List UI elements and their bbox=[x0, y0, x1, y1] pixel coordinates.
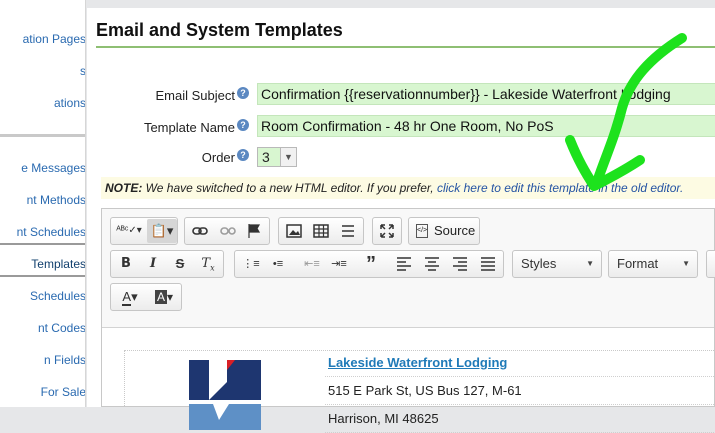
template-name-label: Template Name bbox=[143, 120, 235, 135]
help-icon[interactable]: ? bbox=[237, 149, 249, 161]
city-line: Harrison, MI 48625 bbox=[325, 407, 714, 433]
spellcheck-icon[interactable]: ᴬᴮᶜ✓▾ bbox=[113, 219, 145, 243]
chevron-down-icon: ▼ bbox=[682, 259, 690, 268]
order-label: Order bbox=[201, 150, 235, 165]
horizontal-rule-icon[interactable] bbox=[335, 219, 361, 243]
chevron-down-icon: ▼ bbox=[280, 148, 296, 166]
format-label: Format bbox=[617, 256, 659, 271]
blockquote-icon[interactable]: ” bbox=[358, 252, 384, 276]
page-title: Email and System Templates bbox=[96, 20, 343, 40]
order-value: 3 bbox=[262, 149, 270, 165]
sidebar-item-label: Schedules bbox=[29, 289, 86, 303]
sidebar-item-2[interactable]: s bbox=[0, 60, 86, 82]
numbered-list-icon[interactable]: ⋮≡ bbox=[238, 252, 264, 276]
table-icon[interactable] bbox=[308, 219, 334, 243]
email-body-table: Lakeside Waterfront Lodging 515 E Park S… bbox=[124, 350, 714, 433]
sidebar-item-label: nt Codes bbox=[37, 321, 86, 335]
align-left-icon[interactable] bbox=[391, 252, 417, 276]
sidebar-item-confirmation-pages[interactable]: ation Pages bbox=[0, 28, 86, 50]
email-subject-field[interactable]: Confirmation {{reservationnumber}} - Lak… bbox=[257, 83, 715, 105]
help-icon[interactable]: ? bbox=[237, 119, 249, 131]
sidebar-item-label: s bbox=[80, 64, 86, 78]
image-icon[interactable] bbox=[281, 219, 307, 243]
styles-dropdown[interactable]: Styles ▼ bbox=[512, 250, 602, 278]
toolbar-group-links bbox=[184, 217, 270, 245]
paste-icon[interactable]: 📋▾ bbox=[147, 219, 177, 243]
remove-format-icon[interactable]: Tx bbox=[195, 252, 221, 276]
sidebar: ation Pages s ations e Messages nt Metho… bbox=[0, 0, 86, 407]
sidebar-item-label: ations bbox=[53, 96, 86, 110]
source-icon: </> bbox=[416, 224, 428, 238]
title-divider bbox=[96, 46, 715, 48]
chevron-down-icon: ▼ bbox=[586, 259, 594, 268]
italic-icon[interactable]: I bbox=[140, 252, 166, 276]
bulleted-list-icon[interactable]: •≡ bbox=[265, 252, 291, 276]
order-select[interactable]: 3 ▼ bbox=[257, 147, 297, 167]
align-center-icon[interactable] bbox=[419, 252, 445, 276]
sidebar-item-for-sale[interactable]: For Sale bbox=[0, 381, 86, 403]
lodging-logo-icon bbox=[189, 360, 261, 430]
styles-label: Styles bbox=[521, 256, 557, 271]
align-right-icon[interactable] bbox=[447, 252, 473, 276]
toolbar-group-spell: ᴬᴮᶜ✓▾ 📋▾ bbox=[110, 217, 178, 245]
toolbar-group-basic-styles: B I S Tx bbox=[110, 250, 224, 278]
toolbar-group-colors: A▾ A ▾ bbox=[110, 283, 182, 311]
sidebar-divider bbox=[0, 134, 85, 137]
sidebar-item-custom-fields[interactable]: n Fields bbox=[0, 349, 86, 371]
sidebar-active-indicator bbox=[0, 275, 85, 277]
sidebar-item-payment-schedules[interactable]: nt Schedules bbox=[0, 221, 86, 243]
flag-icon[interactable] bbox=[241, 219, 267, 243]
font-dropdown[interactable] bbox=[706, 250, 715, 278]
business-name-cell: Lakeside Waterfront Lodging bbox=[325, 351, 714, 377]
sidebar-item-label: For Sale bbox=[40, 385, 86, 399]
sidebar-item-payment-methods[interactable]: nt Methods bbox=[0, 189, 86, 211]
editor-content-area[interactable]: Lakeside Waterfront Lodging 515 E Park S… bbox=[102, 327, 714, 433]
address-line: 515 E Park St, US Bus 127, M-61 bbox=[325, 379, 714, 405]
bold-icon[interactable]: B bbox=[113, 252, 139, 276]
text-color-icon[interactable]: A▾ bbox=[114, 285, 146, 309]
sidebar-item-messages[interactable]: e Messages bbox=[0, 157, 86, 179]
source-button[interactable]: </> Source bbox=[408, 217, 480, 245]
toolbar-group-insert bbox=[278, 217, 364, 245]
old-editor-link[interactable]: click here to edit this template in the … bbox=[437, 181, 683, 195]
help-icon[interactable]: ? bbox=[237, 87, 249, 99]
sidebar-item-label: e Messages bbox=[21, 161, 86, 175]
sidebar-item-label: ation Pages bbox=[22, 32, 86, 46]
html-editor: ᴬᴮᶜ✓▾ 📋▾ </> Source B I S Tx ⋮≡ •≡ ⇤≡ ⇥≡… bbox=[101, 208, 715, 433]
toolbar-group-maximize bbox=[372, 217, 402, 245]
sidebar-item-label: nt Methods bbox=[26, 193, 86, 207]
toolbar-group-paragraph: ⋮≡ •≡ ⇤≡ ⇥≡ ” bbox=[234, 250, 504, 278]
justify-icon[interactable] bbox=[475, 252, 501, 276]
unlink-icon[interactable] bbox=[215, 219, 241, 243]
format-dropdown[interactable]: Format ▼ bbox=[608, 250, 698, 278]
editor-note: NOTE: We have switched to a new HTML edi… bbox=[101, 177, 715, 199]
main-panel: Email and System Templates Email Subject… bbox=[87, 8, 715, 433]
sidebar-item-label: n Fields bbox=[43, 353, 86, 367]
sidebar-item-templates[interactable]: Templates bbox=[0, 253, 86, 275]
maximize-icon[interactable] bbox=[374, 219, 400, 243]
template-name-field[interactable]: Room Confirmation - 48 hr One Room, No P… bbox=[257, 115, 715, 137]
strikethrough-icon[interactable]: S bbox=[167, 252, 193, 276]
sidebar-active-indicator bbox=[0, 243, 85, 245]
email-subject-label: Email Subject bbox=[155, 88, 235, 103]
note-text: We have switched to a new HTML editor. I… bbox=[142, 181, 437, 195]
outdent-icon[interactable]: ⇤≡ bbox=[299, 252, 325, 276]
source-label: Source bbox=[434, 223, 476, 238]
business-name-link[interactable]: Lakeside Waterfront Lodging bbox=[328, 355, 507, 370]
sidebar-item-label: nt Schedules bbox=[16, 225, 86, 239]
note-prefix: NOTE: bbox=[105, 181, 143, 195]
sidebar-item-schedules[interactable]: Schedules bbox=[0, 285, 86, 307]
sidebar-item-discount-codes[interactable]: nt Codes bbox=[0, 317, 86, 339]
sidebar-item-label: Templates bbox=[31, 257, 86, 271]
background-color-icon[interactable]: A ▾ bbox=[148, 285, 180, 309]
link-icon[interactable] bbox=[187, 219, 213, 243]
indent-icon[interactable]: ⇥≡ bbox=[326, 252, 352, 276]
sidebar-item-locations[interactable]: ations bbox=[0, 92, 86, 114]
